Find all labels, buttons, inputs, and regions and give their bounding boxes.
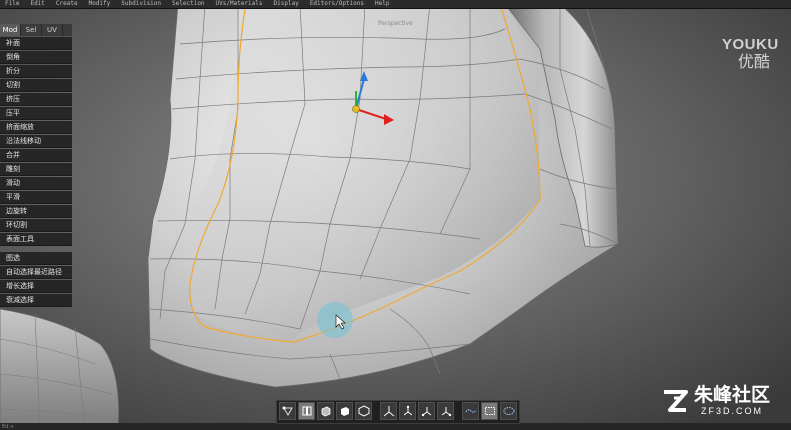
bottom-toolbar [276, 400, 520, 424]
axis-gizmo-icon [383, 406, 394, 417]
select-grow-button[interactable]: 增长选择 [0, 279, 72, 293]
zf3d-name-cn: 朱峰社区 [694, 384, 771, 406]
tool-bevel-button[interactable]: 倒角 [0, 50, 72, 64]
edge-mode-icon [302, 406, 311, 416]
tool-split-button[interactable]: 折分 [0, 64, 72, 78]
tool-extrude-scale-button[interactable]: 挤面缩放 [0, 120, 72, 134]
tool-panel: Mod Sel UV 补面 倒角 折分 切割 挤压 压平 挤面缩放 沿法线移动 … [0, 24, 72, 307]
tool-flatten-button[interactable]: 压平 [0, 106, 72, 120]
rect-select-button[interactable] [481, 402, 498, 420]
select-auto-path-button[interactable]: 自动选择最近路径 [0, 265, 72, 279]
youku-watermark: YOUKU 优酷 [722, 36, 779, 71]
menu-file[interactable]: File [0, 0, 25, 8]
zf3d-watermark: 朱峰社区 ZF3D.COM [660, 385, 770, 416]
zf3d-logo-icon [664, 389, 688, 412]
tool-sculpt-button[interactable]: 雕刻 [0, 162, 72, 176]
paint-select-button[interactable] [500, 402, 517, 420]
object-mode-button[interactable] [336, 402, 353, 420]
status-bar [0, 423, 791, 430]
rect-select-icon [484, 407, 495, 415]
menu-display[interactable]: Display [269, 0, 305, 8]
edge-mode-button[interactable] [298, 402, 315, 420]
app-window: File Edit Create Modify Subdivision Sele… [0, 0, 791, 430]
tool-normal-move-button[interactable]: 沿法线移动 [0, 134, 72, 148]
tool-edge-rotate-button[interactable]: 边旋转 [0, 204, 72, 218]
axis-gizmo-button[interactable] [380, 402, 397, 420]
tab-mod[interactable]: Mod [0, 24, 21, 36]
tab-uv[interactable]: UV [42, 24, 63, 36]
cursor-highlight [317, 302, 353, 338]
scale-tool-icon [441, 407, 451, 417]
cube-outline-icon [358, 405, 369, 417]
zf3d-domain: ZF3D.COM [701, 406, 763, 416]
menu-selection[interactable]: Selection [167, 0, 211, 8]
move-tool-icon [403, 405, 412, 416]
lasso-select-button[interactable] [462, 402, 479, 420]
tool-cut-button[interactable]: 切割 [0, 78, 72, 92]
select-loop-button[interactable]: 图选 [0, 251, 72, 265]
menu-subdivision[interactable]: Subdivision [116, 0, 167, 8]
view-label: Perspective [378, 20, 413, 27]
panel-tabs: Mod Sel UV [0, 24, 72, 36]
move-tool-button[interactable] [399, 402, 416, 420]
youku-logo-cn: 优酷 [737, 52, 770, 71]
scale-tool-button[interactable] [437, 402, 454, 420]
rotate-tool-button[interactable] [418, 402, 435, 420]
3d-viewport[interactable]: Perspective [0, 9, 791, 430]
menu-create[interactable]: Create [51, 0, 84, 8]
rotate-tool-icon [421, 407, 431, 417]
tool-extrude-button[interactable]: 挤压 [0, 92, 72, 106]
face-mode-button[interactable] [317, 402, 334, 420]
tool-loop-cut-button[interactable]: 环切割 [0, 218, 72, 232]
viewport-canvas[interactable] [0, 9, 791, 430]
status-text: Ed:+ [2, 424, 15, 430]
face-mode-icon [321, 406, 330, 417]
cube-outline-button[interactable] [355, 402, 372, 420]
paint-select-icon [503, 407, 514, 415]
lasso-icon [465, 409, 476, 413]
vertex-mode-icon [282, 406, 293, 417]
tool-fill-face-button[interactable]: 补面 [0, 36, 72, 50]
menu-bar: File Edit Create Modify Subdivision Sele… [0, 0, 791, 9]
youku-logo-text: YOUKU [722, 36, 779, 53]
object-mode-icon [340, 407, 349, 416]
menu-uvs-materials[interactable]: UVs/Materials [211, 0, 269, 8]
menu-editors-options[interactable]: Editors/Options [305, 0, 370, 8]
tool-merge-button[interactable]: 合并 [0, 148, 72, 162]
tool-smooth-button[interactable]: 平滑 [0, 190, 72, 204]
menu-edit[interactable]: Edit [25, 0, 50, 8]
tool-slide-button[interactable]: 滑动 [0, 176, 72, 190]
select-shrink-button[interactable]: 衰减选择 [0, 293, 72, 307]
tool-surface-tools-button[interactable]: 表面工具 [0, 232, 72, 246]
menu-help[interactable]: Help [370, 0, 395, 8]
tab-sel[interactable]: Sel [21, 24, 42, 36]
menu-modify[interactable]: Modify [84, 0, 117, 8]
vertex-mode-button[interactable] [279, 402, 296, 420]
